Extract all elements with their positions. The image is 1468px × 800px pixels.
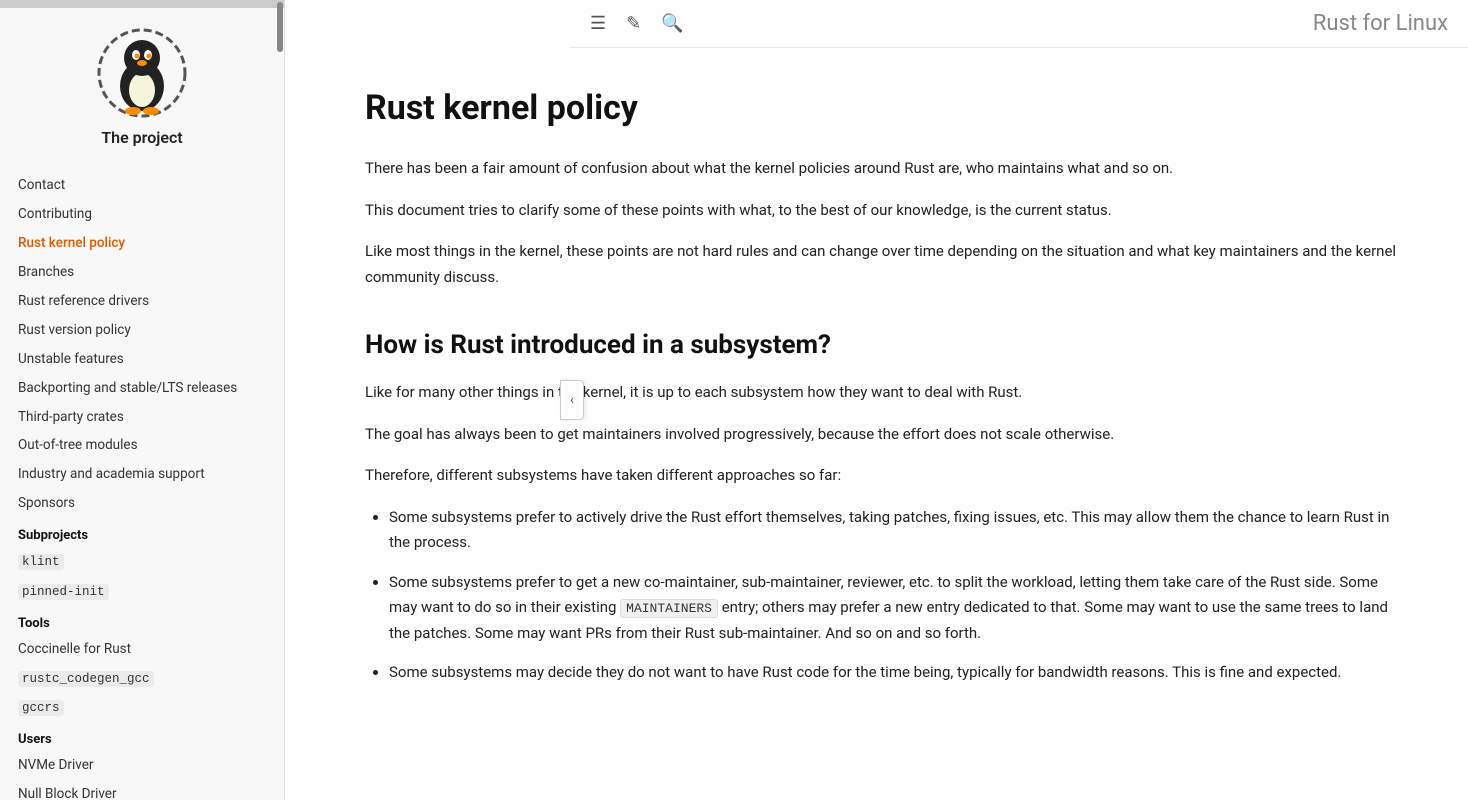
sidebar-item-klint[interactable]: klint — [10, 547, 274, 576]
intro-para-3: Like most things in the kernel, these po… — [365, 239, 1408, 290]
users-label: Users — [10, 722, 274, 751]
sidebar-item-gccrs[interactable]: gccrs — [10, 693, 274, 722]
section1-para-3: Therefore, different subsystems have tak… — [365, 463, 1408, 489]
tools-label: Tools — [10, 606, 274, 635]
users: NVMe DriverNull Block DriverAndroid Bind… — [10, 751, 274, 800]
sidebar-item-out-of-tree-modules[interactable]: Out-of-tree modules — [10, 431, 274, 460]
sidebar-item-contributing[interactable]: Contributing — [10, 200, 274, 229]
sidebar-item-pinned-init[interactable]: pinned-init — [10, 577, 274, 606]
page-title: Rust kernel policy — [365, 88, 1408, 128]
pencil-icon[interactable]: ✎ — [626, 13, 641, 34]
tools: Coccinelle for Rustrustc_codegen_gccgccr… — [10, 635, 274, 722]
sidebar-logo-area: The project — [0, 8, 284, 171]
subprojects: klintpinned-init — [10, 547, 274, 606]
chevron-left-icon: ‹ — [570, 392, 574, 408]
sidebar-item-rust-reference-drivers[interactable]: Rust reference drivers — [10, 287, 274, 316]
sidebar-item-rust-kernel-policy[interactable]: Rust kernel policy — [10, 229, 274, 258]
toolbar: ☰ ✎ 🔍 Rust for Linux — [570, 0, 1468, 48]
tux-logo — [97, 28, 187, 118]
sidebar: The project ContactContributingRust kern… — [0, 0, 285, 800]
intro-para-1: There has been a fair amount of confusio… — [365, 156, 1408, 182]
sidebar-item-sponsors[interactable]: Sponsors — [10, 489, 274, 518]
sidebar-item-coccinelle[interactable]: Coccinelle for Rust — [10, 635, 274, 664]
sidebar-item-unstable-features[interactable]: Unstable features — [10, 345, 274, 374]
collapse-sidebar-button[interactable]: ‹ — [560, 380, 584, 420]
list-item: Some subsystems prefer to get a new co-m… — [389, 570, 1408, 647]
main-content: Rust kernel policy There has been a fair… — [285, 48, 1468, 800]
sidebar-item-nvme-driver[interactable]: NVMe Driver — [10, 751, 274, 780]
section1-para-2: The goal has always been to get maintain… — [365, 422, 1408, 448]
sidebar-item-backporting[interactable]: Backporting and stable/LTS releases — [10, 374, 274, 403]
approaches-list: Some subsystems prefer to actively drive… — [389, 505, 1408, 686]
nav-items: ContactContributingRust kernel policyBra… — [10, 171, 274, 518]
list-item: Some subsystems may decide they do not w… — [389, 660, 1408, 686]
sidebar-project-title: The project — [101, 128, 182, 147]
sidebar-item-third-party-crates[interactable]: Third-party crates — [10, 403, 274, 432]
sidebar-item-contact[interactable]: Contact — [10, 171, 274, 200]
section1-title: How is Rust introduced in a subsystem? — [365, 330, 1408, 360]
intro-para-2: This document tries to clarify some of t… — [365, 198, 1408, 224]
list-item: Some subsystems prefer to actively drive… — [389, 505, 1408, 556]
main-wrapper: ☰ ✎ 🔍 Rust for Linux ‹ Rust kernel polic… — [285, 0, 1468, 800]
sidebar-item-rustcodegen[interactable]: rustc_codegen_gcc — [10, 664, 274, 693]
sidebar-item-null-block-driver[interactable]: Null Block Driver — [10, 780, 274, 800]
sidebar-navigation: ContactContributingRust kernel policyBra… — [0, 171, 284, 800]
sidebar-item-industry-academia[interactable]: Industry and academia support — [10, 460, 274, 489]
toolbar-title: Rust for Linux — [1313, 11, 1448, 36]
sidebar-item-rust-version-policy[interactable]: Rust version policy — [10, 316, 274, 345]
sidebar-item-branches[interactable]: Branches — [10, 258, 274, 287]
subprojects-label: Subprojects — [10, 518, 274, 547]
search-icon[interactable]: 🔍 — [661, 13, 683, 34]
menu-icon[interactable]: ☰ — [590, 13, 606, 34]
section1-para-1: Like for many other things in the kernel… — [365, 380, 1408, 406]
maintainers-code: MAINTAINERS — [620, 599, 718, 618]
